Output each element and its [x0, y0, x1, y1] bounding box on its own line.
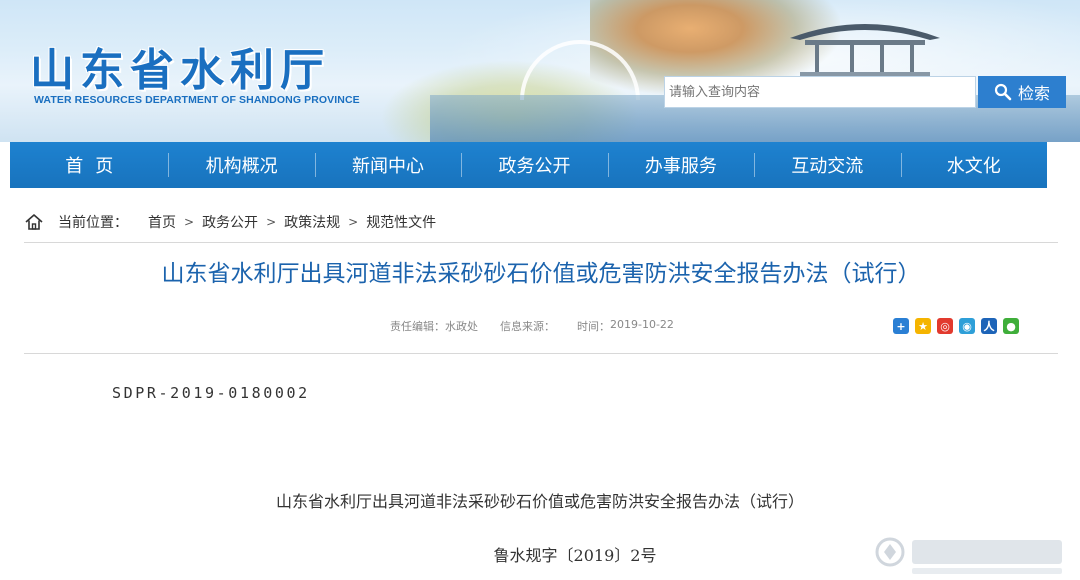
article-title: 山东省水利厅出具河道非法采砂砂石价值或危害防洪安全报告办法（试行）	[161, 261, 921, 287]
site-title[interactable]: 山东省水利厅	[30, 34, 330, 98]
meta-editor-value: 水政处	[445, 320, 478, 333]
breadcrumb-separator: >	[266, 215, 277, 229]
renren-icon[interactable]: 人	[981, 318, 997, 334]
meta-source: 信息来源：	[500, 318, 555, 334]
share-bar: + ★ ◎ ◉ 人 ●	[893, 318, 1019, 336]
divider	[24, 353, 1058, 354]
breadcrumb: 当前位置： 首页 > 政务公开 > 政策法规 > 规范性文件	[24, 211, 436, 233]
breadcrumb-government-affairs[interactable]: 政务公开	[202, 212, 258, 232]
site-subtitle: WATER RESOURCES DEPARTMENT OF SHANDONG P…	[34, 94, 360, 106]
breadcrumb-label: 当前位置：	[58, 215, 128, 231]
search-button-label: 检索	[1017, 84, 1050, 103]
document-code: SDPR-2019-0180002	[112, 384, 310, 402]
article-meta: 责任编辑： 水政处 信息来源： 时间： 2019-10-22	[390, 318, 674, 334]
banner-pavilion	[790, 24, 940, 77]
home-icon	[25, 214, 43, 230]
tencent-weibo-icon[interactable]: ◉	[959, 318, 975, 334]
meta-editor-label: 责任编辑：	[390, 320, 445, 333]
nav-item-services[interactable]: 办事服务	[607, 142, 754, 188]
meta-time: 时间： 2019-10-22	[577, 318, 674, 334]
nav-item-interaction[interactable]: 互动交流	[754, 142, 900, 188]
nav-item-water-culture[interactable]: 水文化	[900, 142, 1047, 188]
nav-item-government-affairs[interactable]: 政务公开	[461, 142, 607, 188]
search-input[interactable]	[664, 76, 976, 108]
nav-item-news[interactable]: 新闻中心	[314, 142, 461, 188]
breadcrumb-separator: >	[348, 215, 359, 229]
meta-time-value: 2019-10-22	[610, 318, 674, 331]
weibo-icon[interactable]: ◎	[937, 318, 953, 334]
nav-item-home[interactable]: 首页	[10, 142, 168, 188]
nav-item-about[interactable]: 机构概况	[168, 142, 314, 188]
qzone-icon[interactable]: ★	[915, 318, 931, 334]
breadcrumb-normative-documents[interactable]: 规范性文件	[366, 212, 436, 232]
breadcrumb-home[interactable]: 首页	[148, 212, 176, 232]
divider	[24, 242, 1058, 243]
main-nav: 首页 机构概况 新闻中心 政务公开 办事服务 互动交流 水文化	[10, 142, 1047, 188]
meta-editor: 责任编辑： 水政处	[390, 318, 478, 334]
share-more-icon[interactable]: +	[893, 318, 909, 334]
meta-time-label: 时间：	[577, 320, 610, 333]
breadcrumb-separator: >	[184, 215, 195, 229]
wechat-icon[interactable]: ●	[1003, 318, 1019, 334]
search-button[interactable]: 检索	[978, 76, 1066, 108]
watermark-logo	[875, 537, 1062, 574]
document-title: 山东省水利厅出具河道非法采砂砂石价值或危害防洪安全报告办法（试行）	[275, 492, 804, 511]
search-icon	[994, 83, 1012, 101]
meta-source-label: 信息来源：	[500, 320, 555, 333]
breadcrumb-policies[interactable]: 政策法规	[284, 212, 340, 232]
